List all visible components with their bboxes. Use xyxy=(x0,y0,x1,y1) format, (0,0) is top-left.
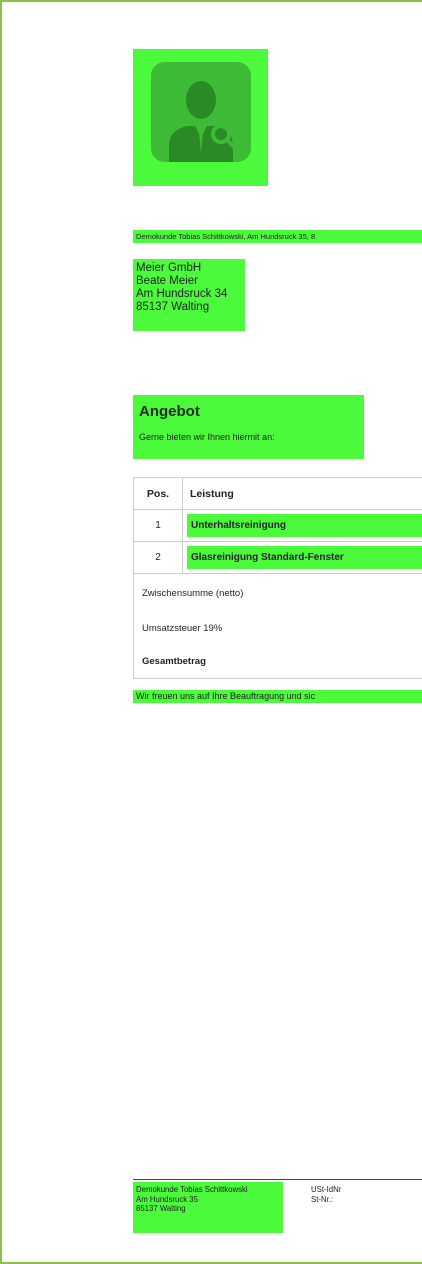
header-service: Leistung xyxy=(190,487,234,500)
vat-id-label: USt-IdNr xyxy=(311,1185,342,1194)
offer-title: Angebot xyxy=(139,403,200,420)
company-logo xyxy=(133,49,268,186)
offer-header: Angebot Gerne bieten wir Ihnen hiermit a… xyxy=(133,395,364,459)
tax-number-label: St-Nr.: xyxy=(311,1194,334,1204)
subtotal-label: Zwischensumme (netto) xyxy=(142,588,244,599)
total-label: Gesamtbetrag xyxy=(142,656,206,667)
footer-tax-info: USt-IdNr St-Nr.: xyxy=(311,1185,422,1204)
row-service: Glasreinigung Standard-Fenster xyxy=(191,552,344,563)
row-service: Unterhaltsreinigung xyxy=(191,520,287,531)
sender-address-line: Demokunde Tobias Schittkowski, Am Hundsr… xyxy=(133,230,422,243)
document-page: Demokunde Tobias Schittkowski, Am Hundsr… xyxy=(0,0,422,1264)
table-row: 1 Unterhaltsreinigung xyxy=(134,510,422,542)
vat-label: Umsatzsteuer 19% xyxy=(142,623,223,634)
footer-address: Demokunde Tobias Schittkowski Am Hundsru… xyxy=(133,1182,283,1233)
footer-address-city: 85137 Walting xyxy=(136,1204,186,1213)
offer-intro: Gerne bieten wir Ihnen hiermit an: xyxy=(139,432,275,442)
business-person-search-icon xyxy=(151,62,251,162)
recipient-city: 85137 Walting xyxy=(136,301,210,313)
footer-divider xyxy=(133,1179,422,1180)
table-row: 2 Glasreinigung Standard-Fenster xyxy=(134,542,422,574)
table-header-row: Pos. Leistung xyxy=(134,478,422,510)
recipient-person: Beate Meier xyxy=(136,275,199,287)
recipient-company: Meier GmbH xyxy=(136,262,202,274)
recipient-address: Meier GmbH Beate Meier Am Hundsruck 34 8… xyxy=(133,259,245,331)
offer-table: Pos. Leistung 1 Unterhaltsreinigung 2 Gl… xyxy=(133,477,422,679)
footer-address-name: Demokunde Tobias Schittkowski xyxy=(136,1185,248,1194)
recipient-street: Am Hundsruck 34 xyxy=(136,288,228,300)
footer-address-street: Am Hundsruck 35 xyxy=(136,1194,198,1204)
row-pos: 1 xyxy=(134,510,183,541)
row-pos: 2 xyxy=(134,542,183,573)
closing-sentence: Wir freuen uns auf Ihre Beauftragung und… xyxy=(133,690,422,703)
header-pos: Pos. xyxy=(134,478,183,509)
